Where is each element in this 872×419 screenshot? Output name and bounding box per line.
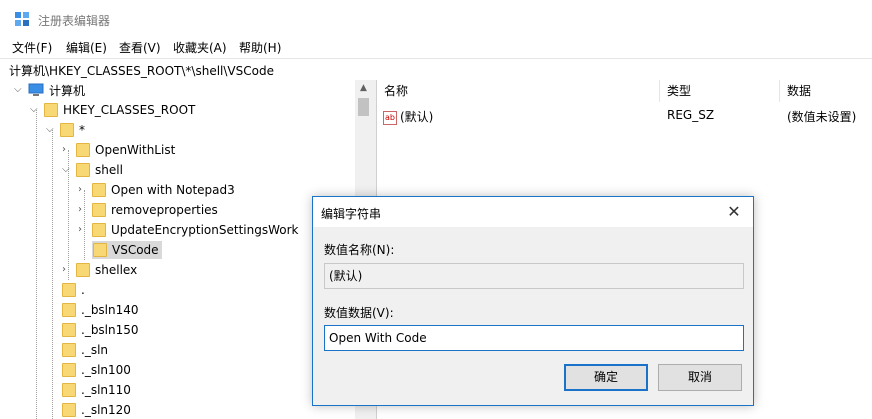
registry-editor-icon	[15, 12, 29, 26]
chevron-right-icon[interactable]: ›	[78, 225, 88, 235]
tree-guide-line	[52, 130, 53, 419]
chevron-right-icon[interactable]: ›	[78, 205, 88, 215]
tree-item-label: ._bsln140	[81, 303, 139, 317]
folder-icon	[60, 123, 74, 137]
menu-edit[interactable]: 编辑(E)	[66, 39, 107, 56]
tree-item-label: .	[81, 283, 85, 297]
tree-item-open-with-notepad3[interactable]: › Open with Notepad3	[78, 180, 235, 200]
folder-icon	[62, 363, 76, 377]
folder-icon	[76, 263, 90, 277]
chevron-down-icon[interactable]: ⌵	[62, 165, 72, 175]
column-header-type[interactable]: 类型	[660, 80, 780, 102]
chevron-down-icon[interactable]: ⌵	[30, 105, 40, 115]
value-name-field: (默认)	[324, 263, 744, 289]
tree-item-label: ._sln100	[81, 363, 131, 377]
folder-icon	[62, 283, 76, 297]
tree-item-label: Open with Notepad3	[111, 183, 235, 197]
tree-item-shellex[interactable]: › shellex	[62, 260, 137, 280]
tree-item-updateencryption[interactable]: › UpdateEncryptionSettingsWork	[78, 220, 299, 240]
tree-item-label: removeproperties	[111, 203, 218, 217]
folder-icon	[92, 223, 106, 237]
folder-icon	[62, 343, 76, 357]
tree-item-label: ._bsln150	[81, 323, 139, 337]
tree-item-label: HKEY_CLASSES_ROOT	[63, 103, 196, 117]
folder-icon	[92, 183, 106, 197]
value-row-data: (数值未设置)	[787, 110, 857, 124]
dialog-title: 编辑字符串	[321, 207, 382, 221]
tree-item-key[interactable]: ._bsln150	[62, 320, 139, 340]
value-row-type: REG_SZ	[667, 108, 715, 122]
tree-item-label: ._sln110	[81, 383, 131, 397]
tree-item-key[interactable]: ._sln110	[62, 380, 131, 400]
chevron-right-icon[interactable]: ›	[62, 265, 72, 275]
folder-icon	[62, 403, 76, 417]
tree-item-label: ._sln	[81, 343, 109, 357]
value-data-label: 数值数据(V):	[324, 306, 394, 320]
tree-item-label: UpdateEncryptionSettingsWork	[111, 223, 299, 237]
tree-item-key[interactable]: ._sln	[62, 340, 108, 360]
column-header-name[interactable]: 名称	[377, 80, 660, 102]
string-value-icon: ab	[383, 110, 397, 125]
chevron-right-icon[interactable]: ›	[78, 185, 88, 195]
ok-button[interactable]: 确定	[564, 364, 648, 391]
tree-item-label: ._sln120	[81, 403, 131, 417]
scroll-up-arrow-icon[interactable]: ▲	[355, 80, 372, 97]
tree-item-key[interactable]: ._sln120	[62, 400, 131, 419]
folder-icon	[62, 323, 76, 337]
scrollbar-thumb[interactable]	[358, 98, 369, 116]
chevron-right-icon[interactable]: ›	[62, 145, 72, 155]
tree-item-label: OpenWithList	[95, 143, 176, 157]
tree-guide-line	[36, 110, 37, 419]
folder-icon	[92, 203, 106, 217]
value-row-name[interactable]: ab (默认)	[383, 108, 433, 125]
menu-bar: 文件(F) 编辑(E) 查看(V) 收藏夹(A) 帮助(H)	[0, 38, 872, 58]
tree-item-openwithlist[interactable]: › OpenWithList	[62, 140, 175, 160]
column-header-data[interactable]: 数据	[780, 80, 872, 102]
tree-item-hkcr[interactable]: ⌵ HKEY_CLASSES_ROOT	[30, 100, 195, 120]
tree-item-computer[interactable]: ⌵ 计算机	[14, 80, 85, 100]
tree-item-label: 计算机	[49, 83, 86, 98]
tree-item-label: VSCode	[112, 243, 159, 257]
edit-string-dialog: 编辑字符串 ✕ 数值名称(N): (默认) 数值数据(V): Open With…	[312, 196, 754, 406]
tree-item-key[interactable]: .	[62, 280, 85, 300]
tree-item-star[interactable]: ⌵ *	[46, 120, 85, 140]
tree-item-key[interactable]: ._bsln140	[62, 300, 139, 320]
tree-item-removeproperties[interactable]: › removeproperties	[78, 200, 218, 220]
value-name-label: 数值名称(N):	[324, 243, 395, 257]
folder-icon	[44, 103, 58, 117]
chevron-down-icon[interactable]: ⌵	[14, 85, 24, 95]
tree-item-key[interactable]: ._sln100	[62, 360, 131, 380]
tree-item-shell[interactable]: ⌵ shell	[62, 160, 123, 180]
menu-file[interactable]: 文件(F)	[12, 39, 52, 56]
value-name: (默认)	[400, 110, 434, 124]
folder-icon	[93, 243, 107, 257]
folder-icon	[62, 303, 76, 317]
tree-item-label: shell	[95, 163, 123, 177]
window-titlebar: 注册表编辑器	[0, 0, 872, 38]
menu-favorites[interactable]: 收藏夹(A)	[173, 39, 227, 56]
chevron-down-icon[interactable]: ⌵	[46, 125, 56, 135]
tree-item-label: *	[79, 123, 85, 137]
folder-icon	[76, 143, 90, 157]
tree-item-vscode[interactable]: VSCode	[92, 240, 162, 260]
window-title: 注册表编辑器	[38, 14, 111, 28]
folder-icon	[76, 163, 90, 177]
dialog-titlebar: 编辑字符串 ✕	[313, 197, 753, 227]
menu-view[interactable]: 查看(V)	[119, 39, 161, 56]
tree-item-label: shellex	[95, 263, 138, 277]
address-path[interactable]: 计算机\HKEY_CLASSES_ROOT\*\shell\VSCode	[9, 62, 274, 79]
cancel-button[interactable]: 取消	[658, 364, 742, 391]
computer-icon	[28, 83, 44, 96]
value-data-input[interactable]: Open With Code	[324, 325, 744, 351]
menu-help[interactable]: 帮助(H)	[239, 39, 281, 56]
tree-item-selection: VSCode	[92, 241, 162, 259]
folder-icon	[62, 383, 76, 397]
address-bar[interactable]: 计算机\HKEY_CLASSES_ROOT\*\shell\VSCode	[0, 58, 872, 81]
close-icon[interactable]: ✕	[723, 201, 745, 223]
